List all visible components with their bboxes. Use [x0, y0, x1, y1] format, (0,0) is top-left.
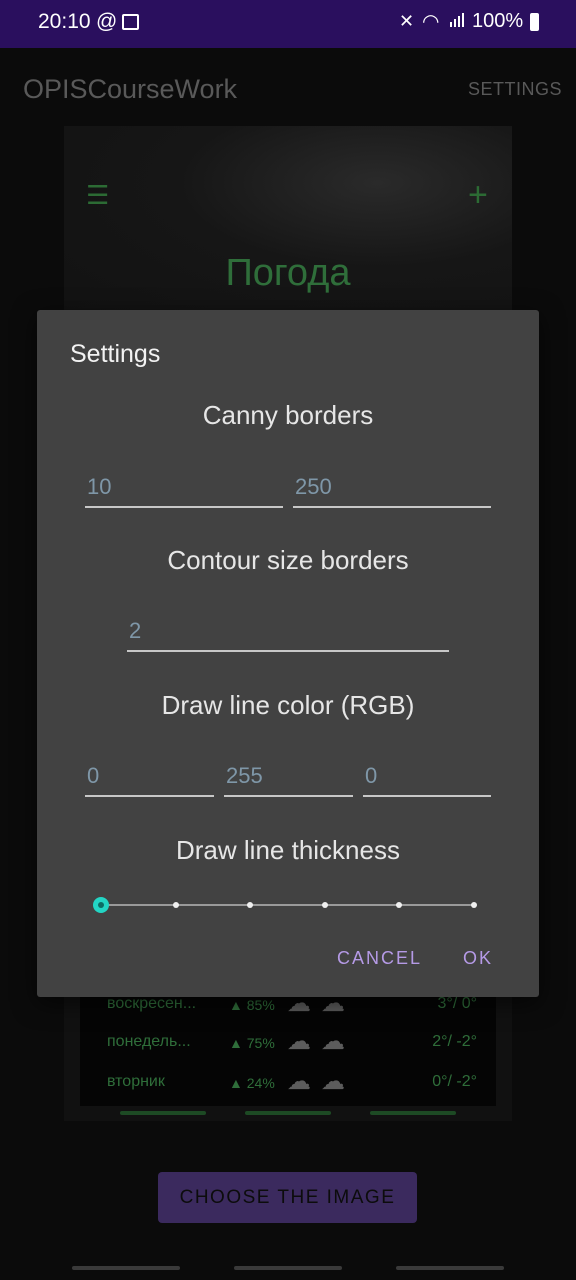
- status-bar: 20:10 @ ✕ ◠ 100%: [0, 0, 576, 48]
- tab-indicator: [370, 1111, 456, 1115]
- canny-max-field[interactable]: [293, 468, 491, 508]
- color-g-input[interactable]: [224, 757, 353, 795]
- cancel-button[interactable]: CANCEL: [337, 948, 422, 969]
- app-title: OPISCourseWork: [23, 74, 238, 104]
- slider-tick: [471, 902, 477, 908]
- choose-image-button[interactable]: CHOOSE THE IMAGE: [158, 1172, 417, 1223]
- canny-max-input[interactable]: [293, 468, 491, 506]
- canny-borders-label: Canny borders: [202, 400, 374, 430]
- dialog-title: Settings: [70, 340, 161, 368]
- list-item: понедель... ▲ 75% ☁ ☁ 2°/ -2°: [107, 1028, 477, 1063]
- forecast-day: понедель...: [107, 1033, 191, 1050]
- snow-cloud-icon: ☁: [287, 1028, 311, 1055]
- list-item: вторник ▲ 24% ☁ ☁ 0°/ -2°: [107, 1068, 477, 1103]
- snow-cloud-icon: ☁: [321, 1028, 345, 1055]
- color-b-input[interactable]: [363, 757, 491, 795]
- battery-icon: [530, 13, 539, 31]
- contour-size-label: Contour size borders: [167, 545, 409, 575]
- nav-home[interactable]: [234, 1266, 342, 1270]
- list-item: воскресен... ▲ 85% ☁ ☁ 3°/ 0°: [107, 990, 477, 1025]
- color-r-input[interactable]: [85, 757, 214, 795]
- forecast-humidity: ▲ 75%: [229, 1035, 275, 1051]
- ok-button[interactable]: OK: [463, 948, 493, 969]
- snow-cloud-icon: ☁: [321, 1068, 345, 1095]
- slider-tick: [322, 902, 328, 908]
- color-r-field[interactable]: [85, 757, 214, 797]
- signal-icon: [450, 13, 464, 27]
- at-icon: @: [96, 10, 118, 33]
- wifi-icon: ◠: [422, 11, 440, 33]
- tab-indicator: [245, 1111, 331, 1115]
- contour-size-field[interactable]: [127, 612, 449, 652]
- slider-tick: [173, 902, 179, 908]
- forecast-day: вторник: [107, 1073, 165, 1090]
- slider-tick: [396, 902, 402, 908]
- canny-min-field[interactable]: [85, 468, 283, 508]
- tab-indicator: [120, 1111, 206, 1115]
- weather-heading: Погода: [225, 252, 351, 294]
- forecast-temp: 3°/ 0°: [437, 995, 477, 1012]
- color-g-field[interactable]: [224, 757, 353, 797]
- color-b-field[interactable]: [363, 757, 491, 797]
- forecast-humidity: ▲ 24%: [229, 1075, 275, 1091]
- thickness-slider-track[interactable]: [100, 904, 474, 906]
- forecast-humidity: ▲ 85%: [229, 997, 275, 1013]
- contour-size-input[interactable]: [127, 612, 449, 650]
- battery-level: 100%: [472, 10, 524, 32]
- mute-icon: ✕: [399, 11, 415, 31]
- status-time: 20:10: [38, 10, 91, 33]
- forecast-temp: 0°/ -2°: [432, 1073, 477, 1090]
- nav-recents[interactable]: [72, 1266, 180, 1270]
- forecast-temp: 2°/ -2°: [432, 1033, 477, 1050]
- canny-min-input[interactable]: [85, 468, 283, 506]
- slider-tick: [247, 902, 253, 908]
- image-icon: [122, 14, 139, 30]
- slider-thumb-core: [98, 902, 104, 908]
- settings-menu-button[interactable]: SETTINGS: [468, 79, 562, 100]
- nav-back[interactable]: [396, 1266, 504, 1270]
- plus-icon[interactable]: +: [468, 176, 488, 215]
- forecast-day: воскресен...: [107, 995, 197, 1012]
- line-color-label: Draw line color (RGB): [161, 690, 415, 720]
- line-thickness-label: Draw line thickness: [176, 835, 400, 865]
- menu-icon[interactable]: ☰: [86, 180, 109, 211]
- cloud-icon: ☁: [287, 1068, 311, 1095]
